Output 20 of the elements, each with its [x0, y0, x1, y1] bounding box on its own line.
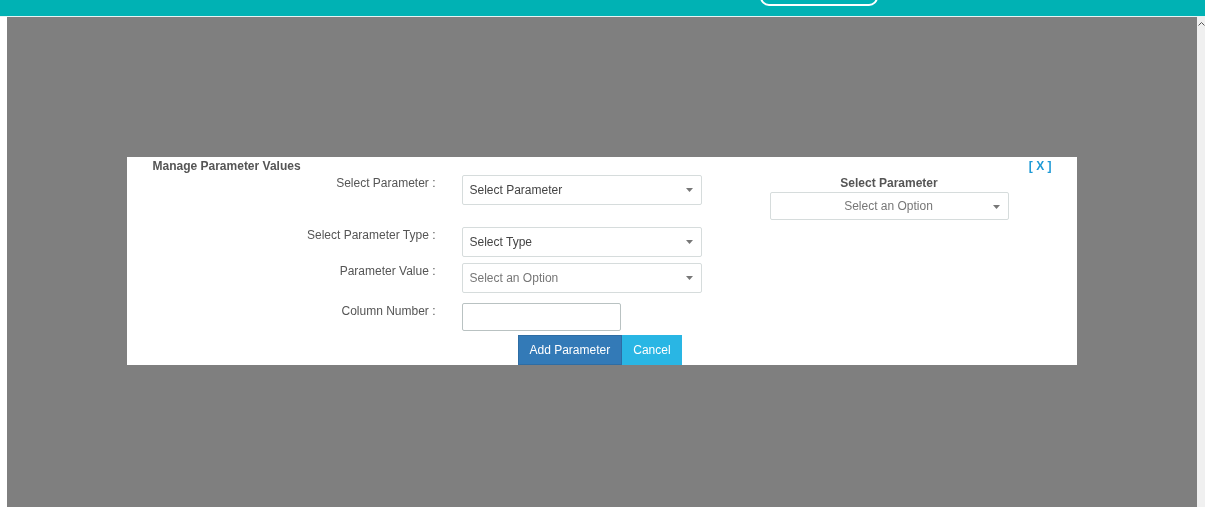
section-heading: Select Parameter	[840, 175, 938, 192]
caret-icon	[685, 188, 693, 192]
field-label: Select Parameter :	[335, 175, 436, 190]
caret-icon	[685, 276, 693, 280]
scroll-up-icon[interactable]	[1197, 21, 1205, 26]
caret-icon	[992, 205, 1000, 209]
cancel-button[interactable]: Cancel	[622, 335, 682, 365]
add-button[interactable]: Add Parameter	[517, 335, 623, 365]
dialog-title: Manage Parameter Values	[152, 159, 301, 173]
caret-icon	[685, 240, 693, 244]
input-field[interactable]	[461, 303, 621, 331]
field-label: Column Number :	[340, 303, 436, 318]
select-field[interactable]: Select Type	[461, 227, 702, 257]
select-field[interactable]: Select an Option	[461, 263, 702, 293]
field-label: Parameter Value :	[338, 263, 436, 278]
scrollbar[interactable]	[1197, 17, 1205, 507]
select-field[interactable]: Select an Option	[769, 192, 1009, 220]
close-link[interactable]: [ X ]	[1028, 159, 1052, 173]
select-field[interactable]: Select Parameter	[461, 175, 702, 205]
field-label: Select Parameter Type :	[306, 227, 436, 242]
